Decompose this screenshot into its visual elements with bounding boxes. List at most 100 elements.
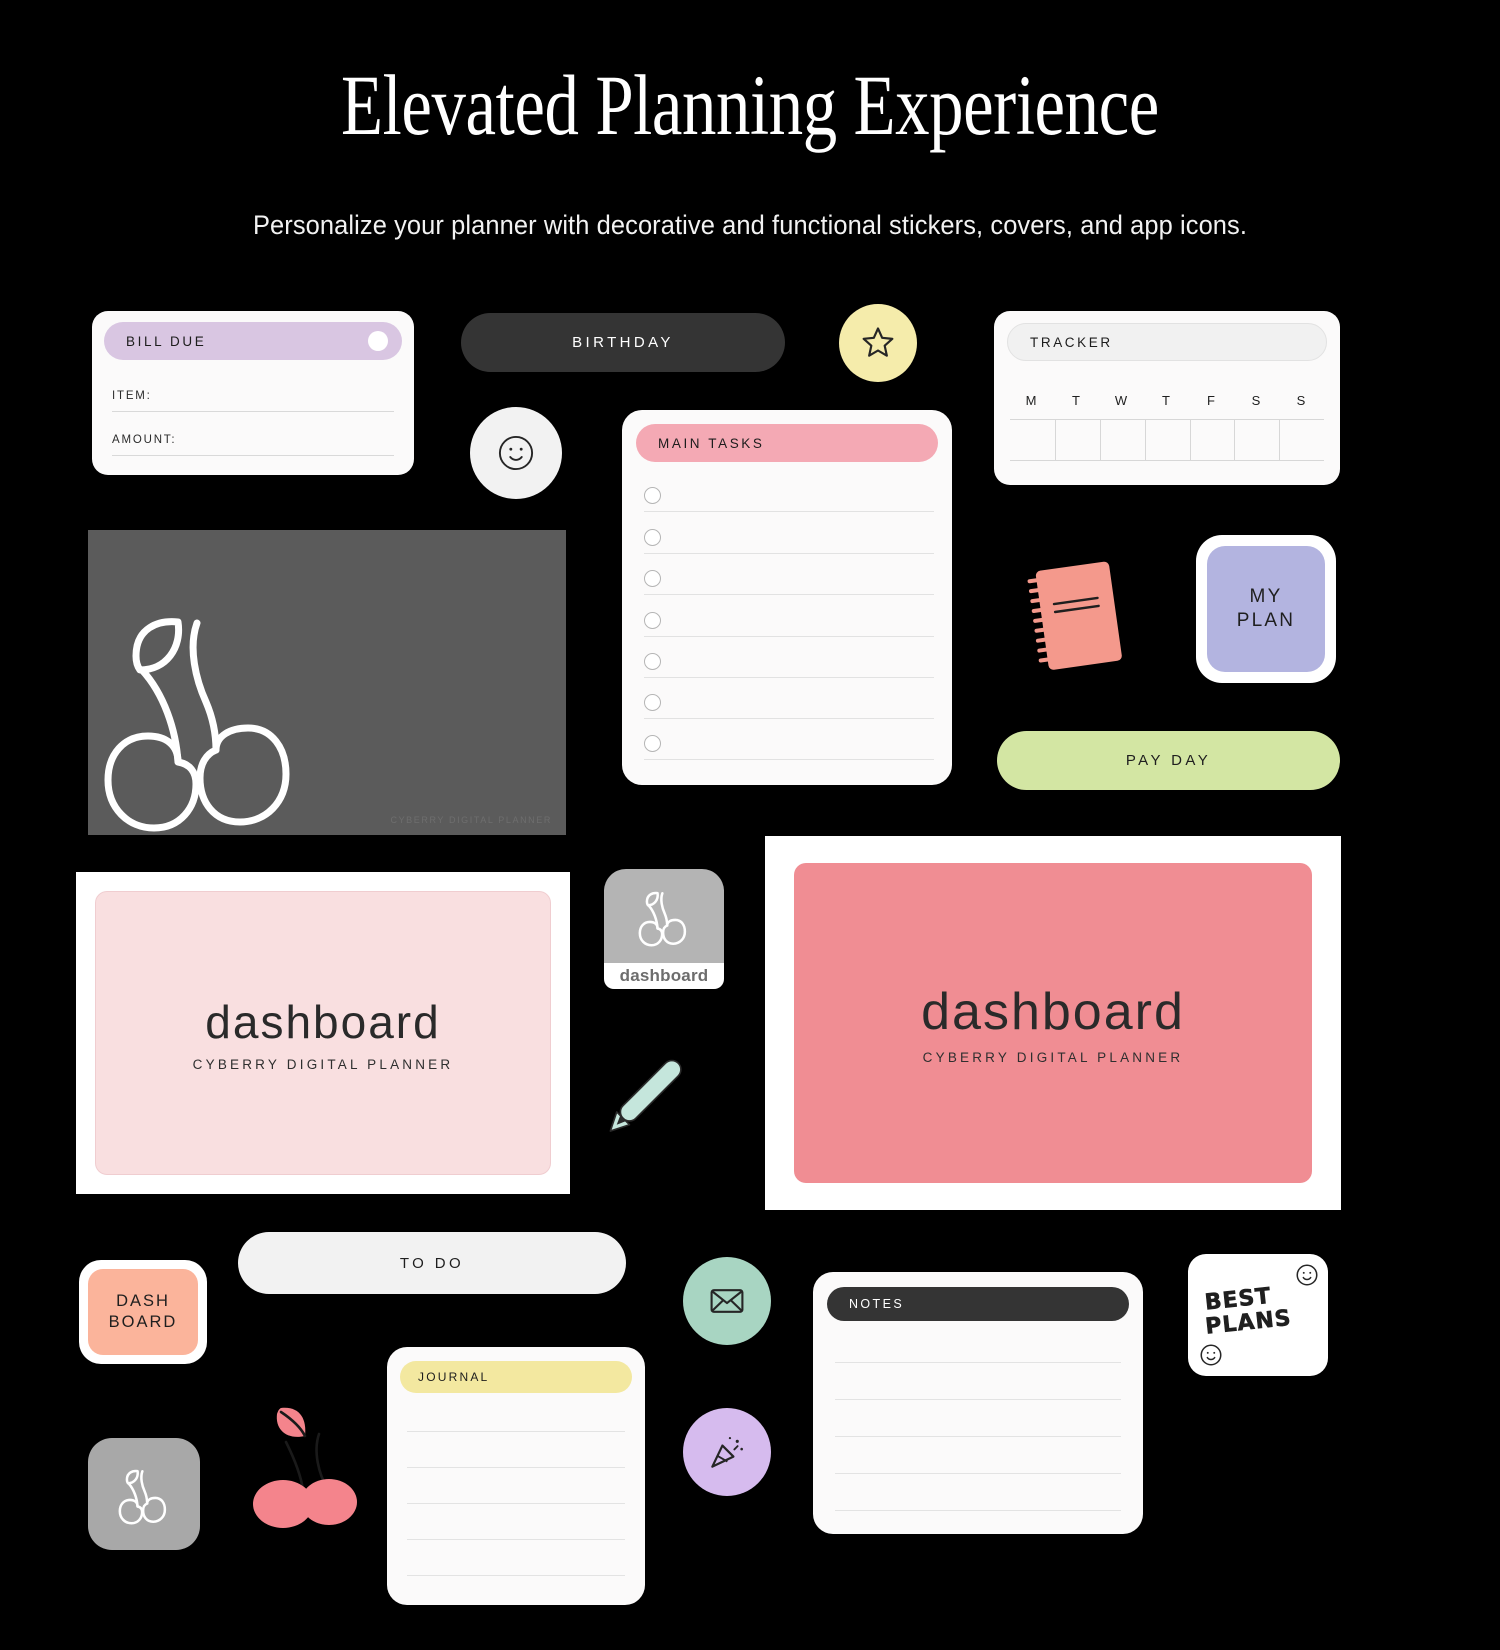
sticker-cherry-app-icon-gray[interactable] (88, 1438, 200, 1550)
journal-header-label: JOURNAL (418, 1370, 490, 1384)
my-plan-icon-text: MY PLAN (1237, 585, 1295, 633)
poster-canvas: Elevated Planning Experience Personalize… (0, 0, 1500, 1650)
cherry-cover-caption: CYBERRY DIGITAL PLANNER (390, 815, 552, 825)
star-icon (862, 327, 894, 357)
birthday-pill-label: BIRTHDAY (572, 334, 674, 351)
task-rule (644, 677, 934, 678)
tracker-day-label: M (1025, 393, 1037, 408)
smiley-face-icon (498, 435, 534, 471)
sticker-cherry-fruit[interactable] (243, 1390, 373, 1530)
page-subtitle: Personalize your planner with decorative… (252, 210, 1248, 240)
tracker-day-label: W (1114, 393, 1128, 408)
dashboard-cover-pink-title: dashboard (205, 995, 441, 1048)
tracker-day-label: S (1296, 393, 1306, 408)
my-plan-line1: MY (1249, 586, 1283, 608)
journal-line (407, 1503, 625, 1504)
notes-line (835, 1473, 1121, 1474)
tracker-day-label: T (1162, 393, 1170, 408)
dash-board-line2: BOARD (108, 1313, 178, 1331)
tracker-header: TRACKER (1007, 323, 1327, 361)
journal-line (407, 1575, 625, 1576)
sticker-to-do-pill[interactable]: TO DO (238, 1232, 626, 1294)
sticker-spiral-notebook[interactable] (1022, 556, 1132, 678)
task-checkbox[interactable] (644, 653, 661, 670)
sticker-main-tasks[interactable]: MAIN TASKS (622, 410, 952, 785)
sticker-my-plan-icon[interactable]: MY PLAN (1196, 535, 1336, 683)
sticker-bill-due[interactable]: BILL DUE ITEM: AMOUNT: (92, 311, 414, 475)
sticker-tracker[interactable]: TRACKER M T W T F S S (994, 311, 1340, 485)
dashboard-app-icon-label: dashboard (619, 966, 709, 985)
task-checkbox[interactable] (644, 694, 661, 711)
tracker-grid[interactable] (1010, 419, 1324, 461)
task-checkbox[interactable] (644, 570, 661, 587)
sticker-mail-badge[interactable] (683, 1257, 771, 1345)
task-rule (644, 553, 934, 554)
notes-header-label: NOTES (849, 1297, 905, 1311)
dash-board-line1: DASH (116, 1292, 170, 1311)
journal-line (407, 1431, 625, 1432)
cherry-outline-icon (638, 891, 687, 947)
page-title: Elevated Planning Experience (341, 57, 1159, 153)
tracker-day-label: S (1251, 393, 1261, 408)
cherry-outline-icon (118, 1469, 167, 1525)
sticker-smiley-badge[interactable] (470, 407, 562, 499)
my-plan-line2: PLAN (1236, 610, 1296, 631)
bill-due-header: BILL DUE (104, 322, 402, 360)
notes-line (835, 1399, 1121, 1400)
task-rule (644, 594, 934, 595)
sticker-best-plans[interactable]: BEST PLANS (1188, 1254, 1328, 1376)
tracker-day-label: F (1207, 393, 1215, 408)
sticker-confetti-badge[interactable] (683, 1408, 771, 1496)
main-tasks-header-label: MAIN TASKS (658, 435, 765, 451)
dashboard-cover-pink-inner: dashboard CYBERRY DIGITAL PLANNER (95, 891, 551, 1175)
dashboard-cover-coral-subtitle: CYBERRY DIGITAL PLANNER (922, 1049, 1184, 1065)
task-rule (644, 718, 934, 719)
cherry-filled-icon (253, 1407, 357, 1528)
task-checkbox[interactable] (644, 487, 661, 504)
task-checkbox[interactable] (644, 735, 661, 752)
task-rule (644, 759, 934, 760)
sticker-pencil[interactable] (585, 1035, 705, 1155)
sticker-cherry-cover[interactable]: CYBERRY DIGITAL PLANNER (88, 530, 566, 835)
status-dot-icon (368, 331, 388, 351)
sticker-notes[interactable]: NOTES (813, 1272, 1143, 1534)
bill-due-item-label: ITEM: (112, 390, 152, 402)
sticker-dashboard-cover-coral[interactable]: dashboard CYBERRY DIGITAL PLANNER (765, 836, 1341, 1210)
dashboard-cover-pink-subtitle: CYBERRY DIGITAL PLANNER (192, 1056, 454, 1072)
journal-header: JOURNAL (400, 1361, 632, 1393)
spiral-notebook-icon (1027, 561, 1122, 670)
dashboard-cover-coral-title: dashboard (921, 982, 1185, 1041)
best-plans-text: BEST PLANS (1203, 1280, 1316, 1341)
tracker-day-label: T (1072, 393, 1080, 408)
sticker-journal[interactable]: JOURNAL (387, 1347, 645, 1605)
to-do-pill-label: TO DO (399, 1254, 465, 1272)
notes-line (835, 1436, 1121, 1437)
notes-header: NOTES (827, 1287, 1129, 1321)
sticker-dashboard-cover-pink[interactable]: dashboard CYBERRY DIGITAL PLANNER (76, 872, 570, 1194)
sticker-birthday-pill[interactable]: BIRTHDAY (461, 313, 785, 372)
main-tasks-header: MAIN TASKS (636, 424, 938, 462)
envelope-icon (710, 1289, 744, 1313)
pay-day-pill-label: PAY DAY (1125, 752, 1212, 769)
bill-due-amount-label: AMOUNT: (112, 434, 177, 446)
journal-line (407, 1539, 625, 1540)
pencil-icon (609, 1059, 682, 1132)
party-popper-icon (711, 1436, 743, 1468)
sticker-pay-day-pill[interactable]: PAY DAY (997, 731, 1340, 790)
bill-due-item-rule (112, 411, 394, 412)
dashboard-cover-coral-inner: dashboard CYBERRY DIGITAL PLANNER (794, 863, 1312, 1183)
task-checkbox[interactable] (644, 612, 661, 629)
journal-line (407, 1467, 625, 1468)
smiley-face-icon (1200, 1344, 1222, 1366)
task-checkbox[interactable] (644, 529, 661, 546)
sticker-dashboard-app-icon[interactable]: dashboard (604, 869, 724, 989)
notes-line (835, 1510, 1121, 1511)
sticker-dash-board-icon[interactable]: DASH BOARD (79, 1260, 207, 1364)
task-rule (644, 636, 934, 637)
notes-line (835, 1362, 1121, 1363)
dash-board-icon-text: DASH BOARD (109, 1291, 178, 1332)
sticker-star-badge[interactable] (839, 304, 917, 382)
bill-due-amount-rule (112, 455, 394, 456)
cherry-outline-icon (104, 618, 290, 832)
bill-due-header-label: BILL DUE (126, 333, 207, 349)
